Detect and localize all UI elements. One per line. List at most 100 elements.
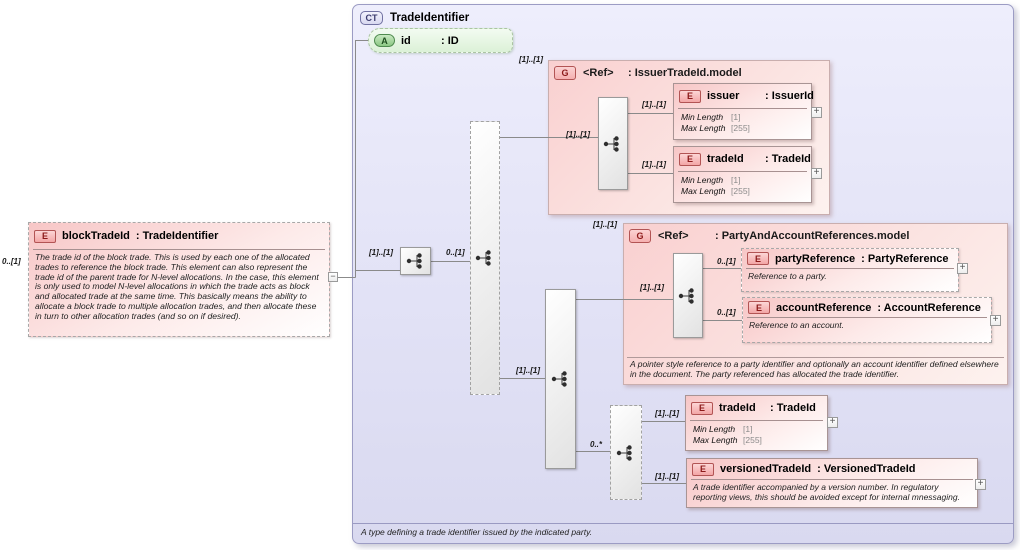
sequence-icon xyxy=(475,250,491,266)
element-name: tradeId xyxy=(719,402,756,414)
element-doc: The trade id of the block trade. This is… xyxy=(35,252,319,321)
cardinality-label: [1]..[1] xyxy=(516,366,540,375)
cardinality-label: [1]..[1] xyxy=(640,283,664,292)
sequence-icon xyxy=(406,253,422,269)
facet-value: [255] xyxy=(731,185,750,196)
element-type: : TradeId xyxy=(765,153,811,165)
element-type: : IssuerId xyxy=(765,90,814,102)
element-header: E tradeId : TradeId xyxy=(686,396,827,420)
sequence-icon xyxy=(616,444,632,461)
cardinality-label: [1]..[1] xyxy=(519,55,543,64)
group-badge: G xyxy=(629,229,651,243)
group-header: G <Ref> : IssuerTradeId.model xyxy=(549,61,829,80)
attribute-badge: A xyxy=(374,34,395,47)
group-name: <Ref> xyxy=(583,67,614,79)
facet-name: Min Length xyxy=(693,424,736,434)
expand-toggle-issuer[interactable]: + xyxy=(811,107,822,118)
element-box-versionedtradeid[interactable]: E versionedTradeId : VersionedTradeId A … xyxy=(686,458,978,508)
element-doc: Reference to an account. xyxy=(749,320,844,330)
sequence-box-group1 xyxy=(598,97,628,190)
element-type: : PartyReference xyxy=(861,252,949,265)
sequence-box-repeat xyxy=(610,405,642,500)
sequence-box-optional xyxy=(470,121,500,395)
element-name: blockTradeId xyxy=(62,230,130,242)
collapse-toggle[interactable]: − xyxy=(328,272,338,282)
facet-value: [1] xyxy=(731,112,741,122)
element-badge: E xyxy=(692,462,714,476)
element-box-tradeid[interactable]: E tradeId : TradeId Min Length [1] Max Le… xyxy=(685,395,828,451)
sequence-box-main xyxy=(400,247,431,275)
element-badge: E xyxy=(34,229,56,243)
element-header: E versionedTradeId : VersionedTradeId xyxy=(687,459,977,479)
attribute-header: A id : ID xyxy=(369,29,512,52)
element-box-issuer[interactable]: E issuer : IssuerId Min Length [1] Max Le… xyxy=(673,83,814,140)
complextype-doc: A type defining a trade identifier issue… xyxy=(353,523,1013,541)
cardinality-label: 0..[1] xyxy=(717,308,736,317)
element-header: E partyReference : PartyReference xyxy=(742,249,958,268)
attribute-name: id xyxy=(401,34,411,47)
element-doc: Reference to a party. xyxy=(748,271,827,281)
cardinality-label: [1]..[1] xyxy=(642,160,666,169)
expand-toggle-tradeid-group1[interactable]: + xyxy=(811,168,822,179)
element-header: E blockTradeId : TradeIdentifier xyxy=(29,223,329,249)
element-type: : AccountReference xyxy=(877,301,981,314)
cardinality-label: 0..* xyxy=(590,440,603,449)
facet-name: Min Length xyxy=(681,112,724,122)
element-name: tradeId xyxy=(707,153,744,165)
sequence-box-inner xyxy=(545,289,576,469)
facet-list: Min Length [1] Max Length [255] xyxy=(674,109,811,133)
facet-name: Max Length xyxy=(681,185,726,196)
element-badge: E xyxy=(679,152,701,166)
expand-toggle-accountreference[interactable]: + xyxy=(990,315,1001,326)
cardinality-label: [1]..[1] xyxy=(593,220,617,229)
element-badge: E xyxy=(747,252,769,265)
sequence-icon xyxy=(551,371,567,387)
cardinality-label: [1]..[1] xyxy=(566,130,590,139)
element-name: versionedTradeId xyxy=(720,463,812,475)
facet-name: Max Length xyxy=(693,434,738,445)
element-header: E accountReference : AccountReference xyxy=(743,298,991,317)
element-name: issuer xyxy=(707,90,740,102)
cardinality-label: [1]..[1] xyxy=(369,248,393,257)
sequence-box-group2 xyxy=(673,253,703,338)
element-header: E issuer : IssuerId xyxy=(674,84,814,108)
group-name: <Ref> xyxy=(658,230,689,242)
complextype-title: TradeIdentifier xyxy=(390,12,470,24)
element-box-blocktradeid[interactable]: E blockTradeId : TradeIdentifier The tra… xyxy=(28,222,330,337)
element-badge: E xyxy=(748,301,770,314)
element-type: : VersionedTradeId xyxy=(817,463,916,475)
cardinality-label: 0..[1] xyxy=(717,257,736,266)
element-doc: A trade identifier accompanied by a vers… xyxy=(693,482,960,502)
facet-list: Min Length [1] Max Length [255] xyxy=(674,172,811,196)
cardinality-label: [1]..[1] xyxy=(655,472,679,481)
complextype-badge: CT xyxy=(360,11,383,25)
xsd-schema-diagram: { "colors": { "container_fill": "#e4e4f7… xyxy=(0,0,1020,550)
element-badge: E xyxy=(691,401,713,415)
element-type: : TradeIdentifier xyxy=(135,230,219,242)
element-type: : TradeId xyxy=(770,402,816,414)
element-box-accountreference[interactable]: E accountReference : AccountReference Re… xyxy=(742,297,992,343)
cardinality-label: 0..[1] xyxy=(446,248,465,257)
group-badge: G xyxy=(554,66,576,80)
element-name: partyReference xyxy=(775,252,856,265)
element-header: E tradeId : TradeId xyxy=(674,147,811,171)
cardinality-label: [1]..[1] xyxy=(655,409,679,418)
group-doc: A pointer style reference to a party ide… xyxy=(627,357,1004,381)
facet-value: [1] xyxy=(731,175,741,185)
complextype-header: CT TradeIdentifier xyxy=(353,5,1013,25)
element-box-tradeid-group1[interactable]: E tradeId : TradeId Min Length [1] Max Le… xyxy=(673,146,812,203)
expand-toggle-tradeid[interactable]: + xyxy=(827,417,838,428)
expand-toggle-versionedtradeid[interactable]: + xyxy=(975,479,986,490)
facet-list: Min Length [1] Max Length [255] xyxy=(686,421,827,445)
facet-name: Min Length xyxy=(681,175,724,185)
element-badge: E xyxy=(679,89,701,103)
facet-name: Max Length xyxy=(681,122,726,133)
group-header: G <Ref> : PartyAndAccountReferences.mode… xyxy=(624,224,1007,243)
expand-toggle-partyreference[interactable]: + xyxy=(957,263,968,274)
element-name: accountReference xyxy=(776,301,872,314)
attribute-box-id[interactable]: A id : ID xyxy=(368,28,513,53)
element-box-partyreference[interactable]: E partyReference : PartyReference Refere… xyxy=(741,248,959,292)
sequence-icon xyxy=(678,287,694,304)
sequence-icon xyxy=(603,135,619,152)
attribute-type: : ID xyxy=(441,34,459,47)
